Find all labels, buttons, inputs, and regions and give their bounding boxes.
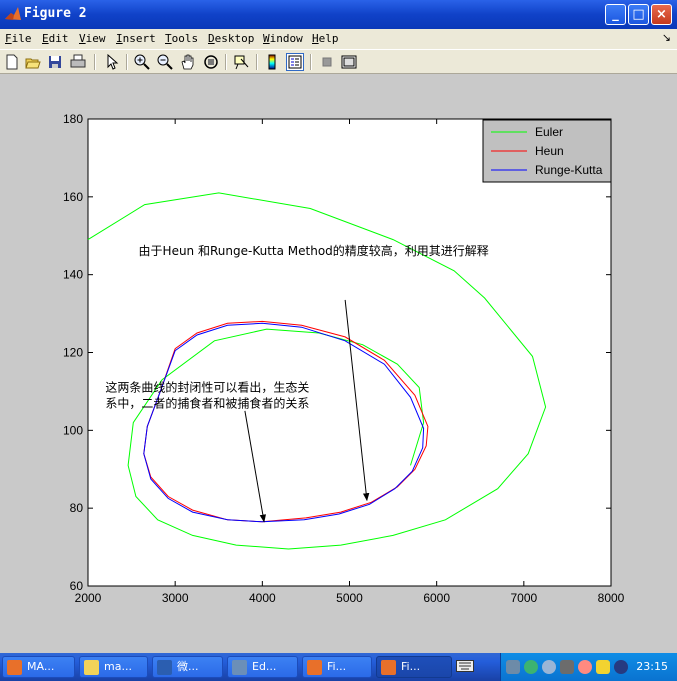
security-icon[interactable] xyxy=(578,660,592,674)
toolbar-separator xyxy=(225,54,227,70)
taskbar-button[interactable]: Fi... xyxy=(376,656,452,678)
x-tick-label: 5000 xyxy=(336,591,363,605)
system-tray: 23:15 xyxy=(500,653,677,681)
title-bar: Figure 2 _ □ × xyxy=(0,0,677,29)
minimize-icon: _ xyxy=(612,7,619,22)
taskbar-button-label: MA... xyxy=(27,660,55,673)
annotation-text: 由于Heun 和Runge-Kutta Method的精度较高，利用其进行解释 xyxy=(139,243,489,258)
y-tick-label: 180 xyxy=(63,112,83,126)
y-tick-label: 160 xyxy=(63,190,83,204)
taskbar-button[interactable]: 微... xyxy=(152,656,223,678)
editor-icon xyxy=(232,660,247,675)
legend-icon[interactable] xyxy=(286,53,304,71)
taskbar-button[interactable]: ma... xyxy=(79,656,148,678)
messenger-icon[interactable] xyxy=(524,660,538,674)
pointer-icon[interactable] xyxy=(103,53,121,71)
taskbar-button[interactable]: Ed... xyxy=(227,656,298,678)
show-plot-tools-icon[interactable] xyxy=(340,53,358,71)
legend-label: Runge-Kutta xyxy=(535,163,603,177)
minimize-button[interactable]: _ xyxy=(605,4,626,25)
legend-label: Euler xyxy=(535,125,563,139)
x-tick-label: 4000 xyxy=(249,591,276,605)
taskbar-button-label: Ed... xyxy=(252,660,277,673)
x-tick-label: 2000 xyxy=(75,591,102,605)
menu-desktop[interactable]: Desktop xyxy=(208,32,254,45)
toolbar-separator xyxy=(126,54,128,70)
x-tick-label: 6000 xyxy=(423,591,450,605)
volume-icon[interactable] xyxy=(560,660,574,674)
annotation-text: 系中，二者的捕食者和被捕食者的关系 xyxy=(105,395,309,410)
bluetooth-icon[interactable] xyxy=(542,660,556,674)
matlab-icon xyxy=(307,660,322,675)
toolbar-separator xyxy=(94,54,96,70)
hide-plot-tools-icon[interactable] xyxy=(318,53,336,71)
y-tick-label: 60 xyxy=(70,579,84,593)
matlab-logo-icon xyxy=(5,7,21,20)
folder-icon xyxy=(84,660,99,675)
menu-help[interactable]: Help xyxy=(312,32,339,45)
taskbar-button-label: ma... xyxy=(104,660,132,673)
print-icon[interactable] xyxy=(69,53,87,71)
x-tick-label: 8000 xyxy=(598,591,625,605)
new-file-icon[interactable] xyxy=(3,53,21,71)
matlab-icon xyxy=(7,660,22,675)
taskbar-button-label: Fi... xyxy=(327,660,347,673)
pan-icon[interactable] xyxy=(179,53,197,71)
save-icon[interactable] xyxy=(46,53,64,71)
close-button[interactable]: × xyxy=(651,4,672,25)
dock-figure-icon[interactable]: ↘ xyxy=(662,31,671,44)
word-icon xyxy=(157,660,172,675)
maximize-button[interactable]: □ xyxy=(628,4,649,25)
clock[interactable]: 23:15 xyxy=(636,660,668,673)
maximize-icon: □ xyxy=(632,7,645,22)
annotation-text: 这两条曲线的封闭性可以看出，生态关 xyxy=(105,379,309,394)
y-tick-label: 80 xyxy=(70,501,84,515)
menu-tools[interactable]: Tools xyxy=(165,32,198,45)
legend-label: Heun xyxy=(535,144,564,158)
menu-view[interactable]: View xyxy=(79,32,106,45)
toolbar-separator xyxy=(256,54,258,70)
toolbar-separator xyxy=(310,54,312,70)
menu-file[interactable]: File xyxy=(5,32,32,45)
matlab-icon xyxy=(381,660,396,675)
taskbar-button[interactable]: MA... xyxy=(2,656,75,678)
x-tick-label: 3000 xyxy=(162,591,189,605)
zoom-out-icon[interactable] xyxy=(156,53,174,71)
taskbar-button-label: 微... xyxy=(177,660,199,673)
ime-icon[interactable] xyxy=(596,660,610,674)
keyboard-icon[interactable] xyxy=(456,660,474,672)
menu-insert[interactable]: Insert xyxy=(116,32,156,45)
menu-window[interactable]: Window xyxy=(263,32,303,45)
network-icon[interactable] xyxy=(506,660,520,674)
x-tick-label: 7000 xyxy=(510,591,537,605)
rotate-3d-icon[interactable] xyxy=(202,53,220,71)
figure-toolbar xyxy=(0,49,677,74)
taskbar-button[interactable]: Fi... xyxy=(302,656,372,678)
axes-box xyxy=(87,118,612,587)
close-icon: × xyxy=(656,7,667,22)
y-tick-label: 120 xyxy=(63,346,83,360)
data-cursor-icon[interactable] xyxy=(232,53,250,71)
colorbar-icon[interactable] xyxy=(263,53,281,71)
open-file-icon[interactable] xyxy=(24,53,42,71)
chart-plot: 2000 3000 4000 5000 6000 7000 8000 60 80 100 120 14… xyxy=(63,112,625,605)
zoom-in-icon[interactable] xyxy=(133,53,151,71)
menu-edit[interactable]: Edit xyxy=(42,32,69,45)
update-icon[interactable] xyxy=(614,660,628,674)
window-title: Figure 2 xyxy=(24,6,87,21)
y-tick-label: 100 xyxy=(63,423,83,437)
taskbar-button-label: Fi... xyxy=(401,660,421,673)
menu-bar: File Edit View Insert Tools Desktop Wind… xyxy=(0,29,677,49)
y-tick-label: 140 xyxy=(63,268,83,282)
